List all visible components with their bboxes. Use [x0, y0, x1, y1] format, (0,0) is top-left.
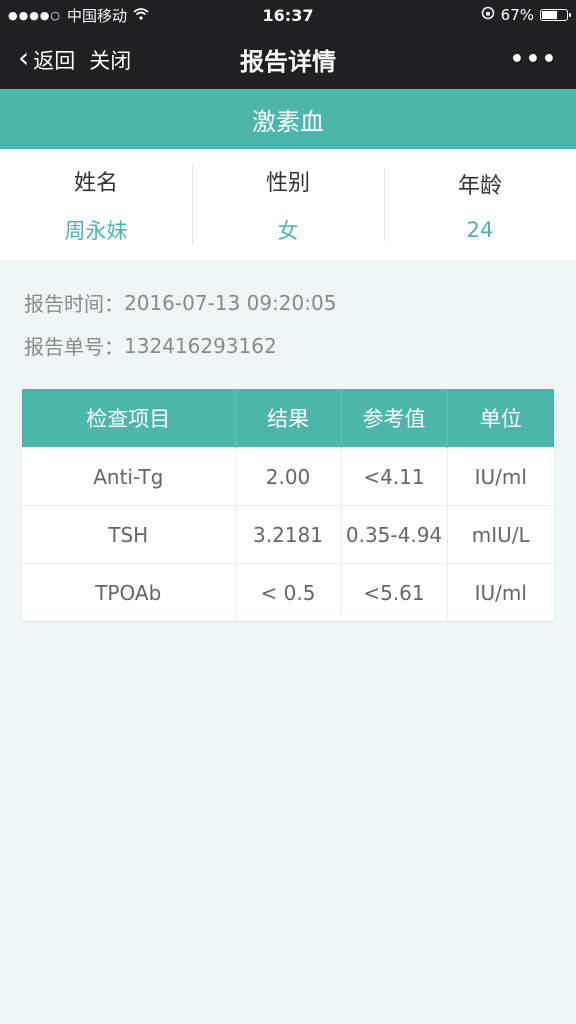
- results-table: 检查项目 结果 参考值 单位 Anti-Tg 2.00 <4.11 IU/ml …: [22, 389, 554, 621]
- cell-unit: IU/ml: [447, 447, 554, 506]
- report-time-value: 2016-07-13 09:20:05: [124, 290, 337, 315]
- table-row: Anti-Tg 2.00 <4.11 IU/ml: [22, 447, 554, 506]
- gender-value: 女: [277, 218, 299, 243]
- status-left: ●●●●○ 中国移动: [8, 5, 149, 26]
- battery-fill: [542, 11, 558, 19]
- patient-info: 姓名 周永妹 性别 女 年龄 24: [0, 149, 576, 261]
- cell-item: Anti-Tg: [22, 447, 236, 506]
- cell-item: TSH: [22, 505, 236, 564]
- cell-reference: 0.35-4.94: [341, 505, 448, 564]
- cell-unit: IU/ml: [447, 563, 554, 621]
- cell-result: 3.2181: [235, 505, 342, 564]
- report-number-label: 报告单号：: [24, 335, 124, 359]
- rotation-lock-icon: [481, 6, 495, 24]
- battery-icon: [540, 9, 571, 21]
- close-button[interactable]: 关闭: [89, 45, 131, 75]
- report-number-row: 报告单号： 132416293162: [24, 324, 552, 367]
- cell-item: TPOAb: [22, 563, 236, 621]
- table-row: TPOAb < 0.5 <5.61 IU/ml: [22, 563, 554, 621]
- battery-percent: 67%: [500, 6, 534, 24]
- carrier-label: 中国移动: [67, 6, 128, 25]
- gender-label: 性别: [265, 170, 310, 196]
- wifi-icon: [133, 6, 149, 24]
- patient-name-col: 姓名 周永妹: [0, 165, 192, 245]
- header-result: 结果: [235, 389, 342, 448]
- cell-unit: mIU/L: [447, 505, 554, 564]
- header-item: 检查项目: [22, 389, 236, 448]
- nav-left: ‹ 返回 关闭: [18, 41, 131, 75]
- chevron-left-icon: ‹: [18, 41, 30, 74]
- status-right: 67%: [481, 6, 571, 24]
- cell-result: < 0.5: [235, 563, 342, 621]
- nav-bar: ‹ 返回 关闭 报告详情 •••: [0, 30, 576, 89]
- name-value: 周永妹: [64, 218, 128, 243]
- status-bar: ●●●●○ 中国移动 16:37 67%: [0, 0, 576, 30]
- cell-reference: <5.61: [341, 563, 448, 621]
- signal-icon: ●●●●○: [8, 8, 61, 22]
- more-button[interactable]: •••: [510, 47, 558, 72]
- report-meta: 报告时间： 2016-07-13 09:20:05 报告单号： 13241629…: [0, 261, 576, 367]
- report-type-header: 激素血: [0, 89, 576, 149]
- age-value: 24: [466, 217, 494, 242]
- back-label: 返回: [33, 48, 76, 73]
- back-button[interactable]: ‹ 返回: [18, 41, 76, 75]
- table-row: TSH 3.2181 0.35-4.94 mIU/L: [22, 505, 554, 564]
- header-reference: 参考值: [341, 389, 448, 448]
- header-unit: 单位: [447, 389, 554, 448]
- cell-result: 2.00: [235, 447, 342, 506]
- age-label: 年龄: [457, 173, 502, 199]
- patient-gender-col: 性别 女: [192, 164, 384, 245]
- report-time-row: 报告时间： 2016-07-13 09:20:05: [24, 281, 552, 324]
- report-type: 激素血: [252, 107, 324, 136]
- patient-age-col: 年龄 24: [384, 167, 576, 242]
- table-header-row: 检查项目 结果 参考值 单位: [22, 389, 554, 448]
- name-label: 姓名: [73, 170, 118, 196]
- cell-reference: <4.11: [341, 447, 448, 506]
- report-number-value: 132416293162: [124, 333, 277, 358]
- report-time-label: 报告时间：: [24, 292, 124, 316]
